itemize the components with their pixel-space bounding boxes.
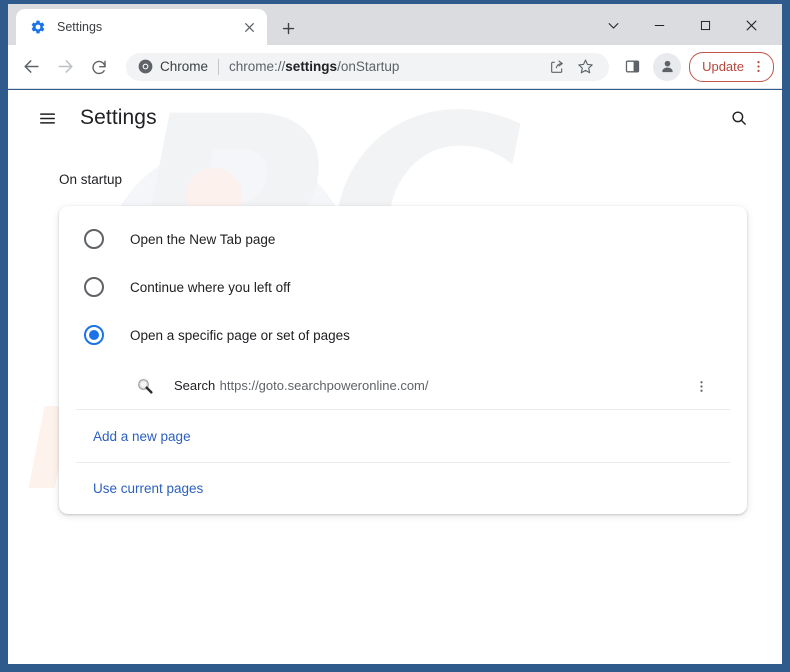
startup-settings-card: Open the New Tab page Continue where you…	[59, 206, 747, 514]
address-bar[interactable]: Chrome chrome://settings/onStartup	[126, 52, 610, 81]
forward-icon[interactable]	[50, 52, 80, 82]
omnibox-chip-label: Chrome	[160, 59, 209, 74]
url-suffix: /onStartup	[337, 59, 400, 74]
toolbar-right: Update	[617, 51, 774, 82]
maximize-icon[interactable]	[682, 8, 728, 42]
startup-option-label: Open the New Tab page	[130, 231, 276, 247]
url-prefix: chrome://	[229, 59, 286, 74]
side-panel-icon[interactable]	[617, 52, 647, 82]
gear-icon	[30, 19, 46, 35]
startup-option-continue[interactable]: Continue where you left off	[59, 263, 747, 311]
use-current-pages-label: Use current pages	[93, 481, 204, 496]
startup-page-name: Search	[174, 378, 216, 393]
use-current-pages-button[interactable]: Use current pages	[76, 462, 730, 514]
page-more-icon[interactable]	[688, 373, 714, 399]
window-controls	[590, 8, 774, 42]
tab-settings[interactable]: Settings	[16, 9, 267, 45]
update-label: Update	[702, 59, 744, 74]
url-bold: settings	[285, 59, 338, 74]
browser-window: Settings Chrome chrome://settings/onStar…	[0, 0, 790, 672]
tab-strip: Settings	[8, 4, 782, 45]
tab-title: Settings	[57, 20, 103, 34]
hamburger-menu-icon[interactable]	[30, 101, 64, 135]
close-window-icon[interactable]	[728, 8, 774, 42]
magnifier-favicon-icon	[136, 377, 154, 395]
omnibox-divider	[218, 58, 220, 75]
startup-option-label: Open a specific page or set of pages	[130, 327, 350, 343]
chevron-down-icon[interactable]	[590, 8, 636, 42]
omnibox-url[interactable]: chrome://settings/onStartup	[229, 59, 543, 74]
add-new-page-label: Add a new page	[93, 428, 191, 444]
new-tab-button[interactable]	[275, 15, 301, 41]
page-title: Settings	[80, 106, 157, 129]
settings-page: PC risk.com Settings	[8, 90, 782, 664]
add-new-page-button[interactable]: Add a new page	[76, 410, 730, 462]
startup-option-label: Continue where you left off	[130, 279, 291, 295]
chrome-logo-icon	[138, 59, 153, 74]
startup-page-text: Search https://goto.searchpoweronline.co…	[174, 376, 688, 396]
search-icon[interactable]	[722, 101, 756, 135]
minimize-icon[interactable]	[636, 8, 682, 42]
back-icon[interactable]	[16, 52, 46, 82]
startup-option-new-tab[interactable]: Open the New Tab page	[59, 215, 747, 263]
avatar[interactable]	[653, 52, 682, 81]
settings-header: Settings	[8, 90, 782, 146]
share-icon[interactable]	[544, 54, 570, 80]
omnibox-chip[interactable]: Chrome	[138, 59, 208, 74]
section-label: On startup	[59, 172, 123, 187]
reload-icon[interactable]	[84, 52, 114, 82]
startup-option-specific-pages[interactable]: Open a specific page or set of pages	[59, 311, 747, 359]
browser-toolbar: Chrome chrome://settings/onStartup Updat…	[8, 45, 782, 89]
startup-page-url: https://goto.searchpoweronline.com/	[219, 378, 429, 393]
close-icon[interactable]	[239, 17, 259, 37]
update-button[interactable]: Update	[689, 51, 774, 82]
radio-icon[interactable]	[84, 277, 104, 297]
startup-page-entry: Search https://goto.searchpoweronline.co…	[76, 365, 730, 410]
radio-icon-selected[interactable]	[84, 325, 104, 345]
bookmark-star-icon[interactable]	[572, 54, 598, 80]
three-dot-menu-icon[interactable]	[751, 59, 766, 74]
omnibox-actions	[543, 54, 599, 80]
radio-icon[interactable]	[84, 229, 104, 249]
